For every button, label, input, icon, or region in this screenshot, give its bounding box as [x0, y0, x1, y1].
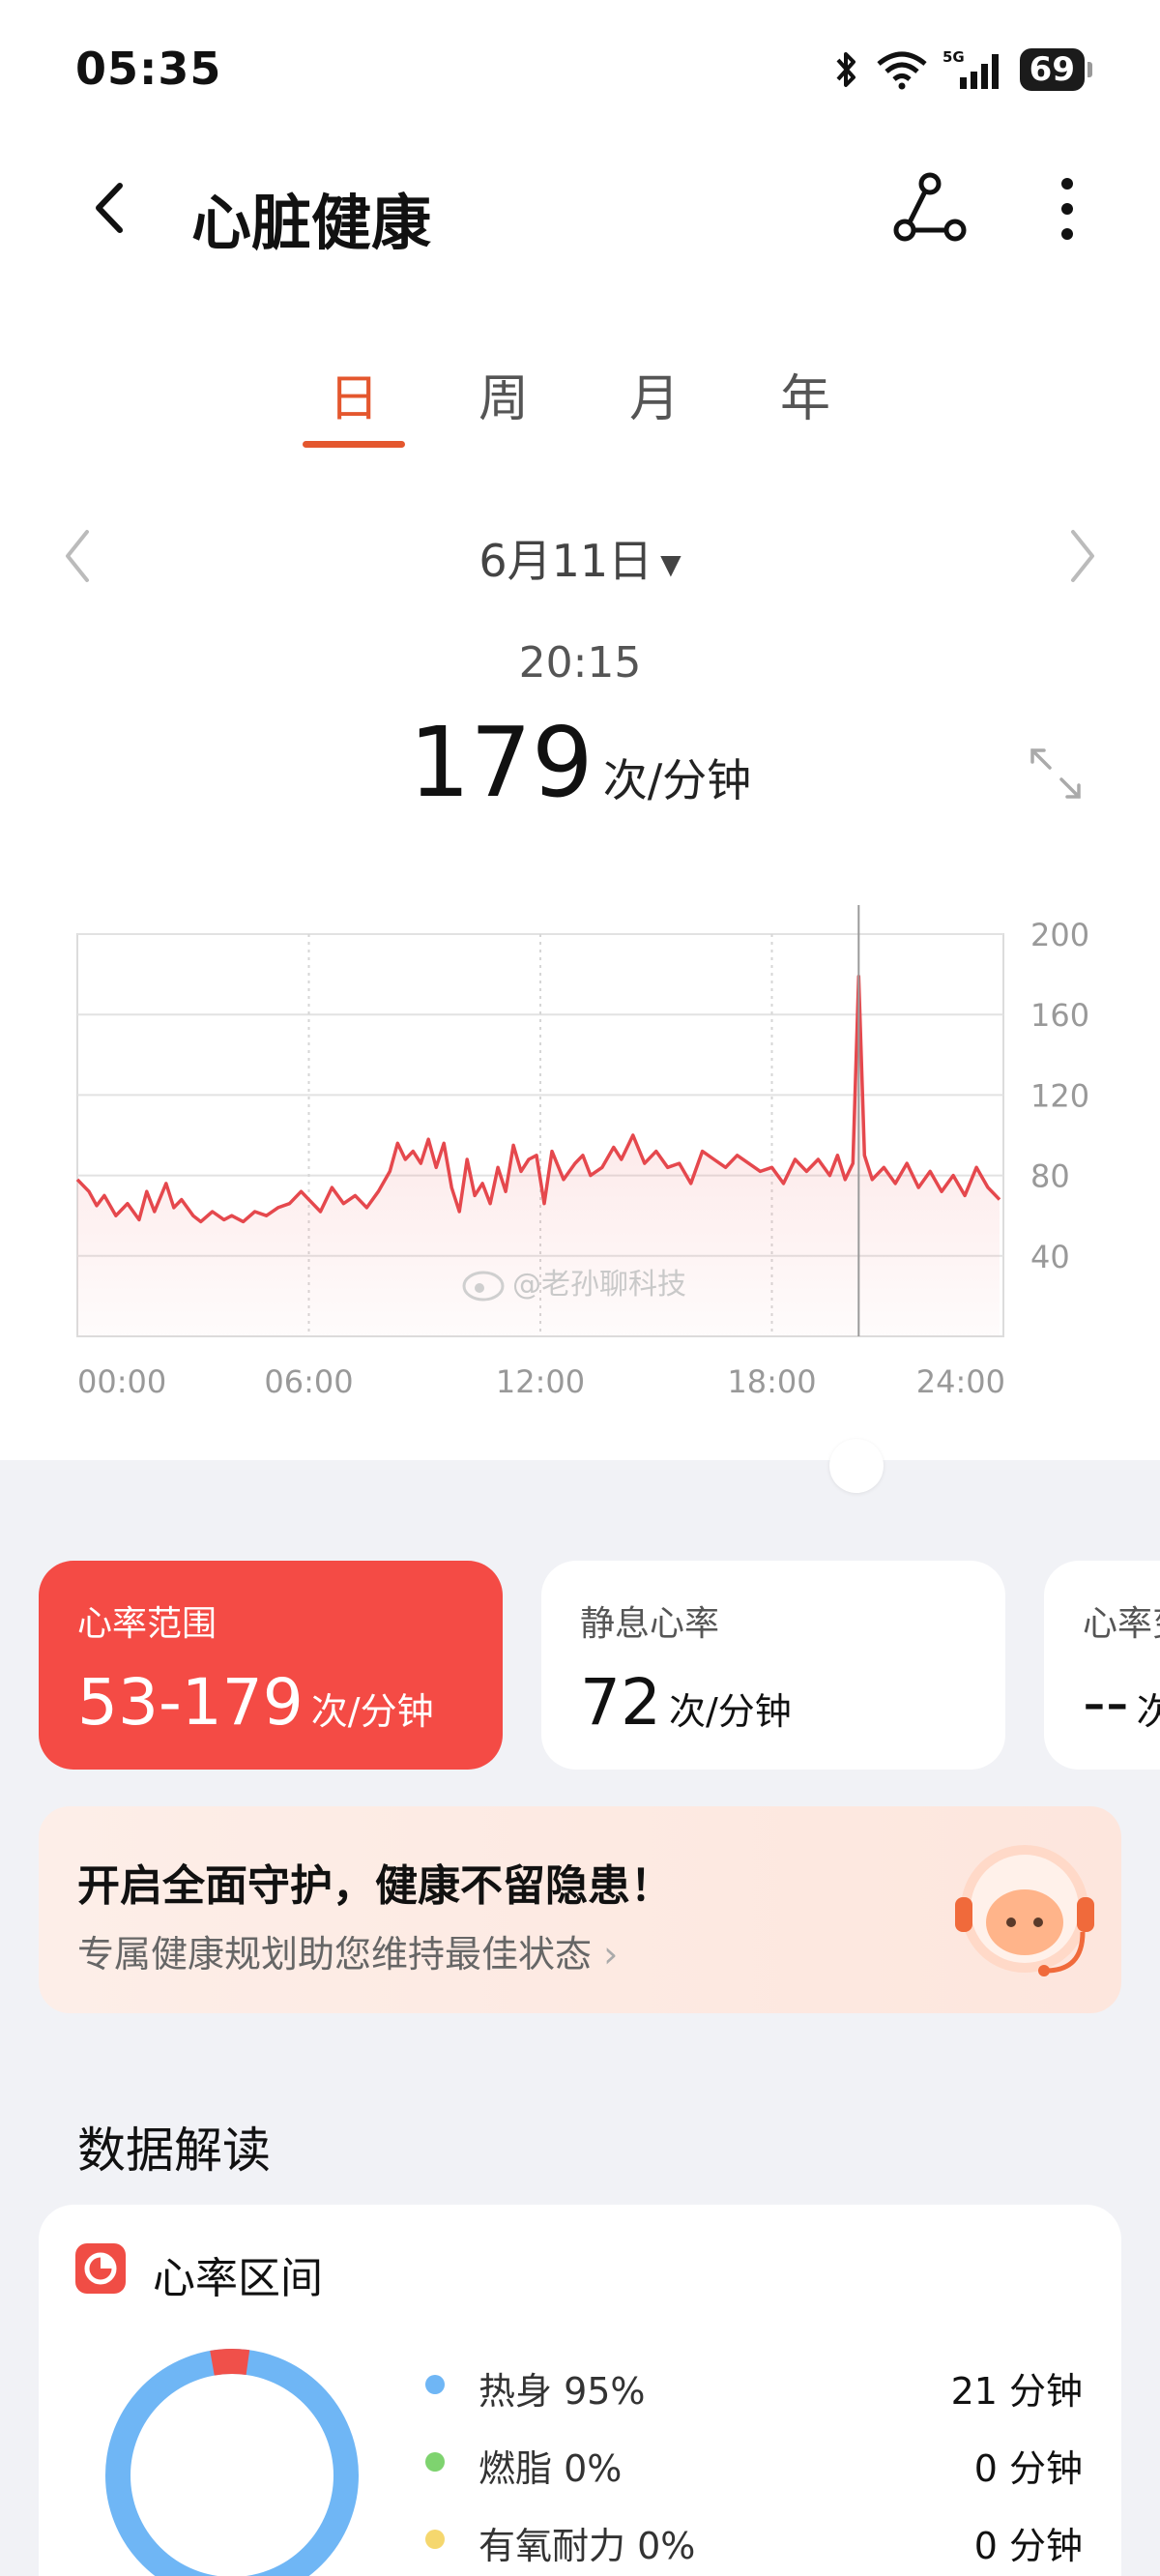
zone-item-aerobic: 有氧耐力 0% 0 分钟	[425, 2510, 1083, 2568]
zone-color-dot	[425, 2375, 445, 2394]
zone-label: 有氧耐力 0%	[478, 2525, 696, 2567]
zone-duration: 0 分钟	[973, 2525, 1083, 2567]
heart-rate-range-card[interactable]: 心率范围 53-179 次/分钟	[39, 1561, 503, 1770]
x-tick-label: 06:00	[264, 1363, 353, 1400]
mascot-illustration	[955, 1845, 1094, 1976]
svg-text:5G: 5G	[942, 48, 965, 66]
zone-color-dot	[425, 2530, 445, 2549]
y-tick-label: 80	[1030, 1158, 1070, 1195]
period-tabs: 日 周 月 年	[0, 348, 1160, 454]
readout-time: 20:15	[518, 638, 642, 688]
card-value: -- 次	[1083, 1665, 1160, 1740]
card-title: 心率范围	[77, 1604, 218, 1644]
card-title: 心率变	[1083, 1604, 1160, 1644]
pie-chart-icon	[75, 2243, 126, 2294]
card-title: 静息心率	[580, 1604, 720, 1644]
date-label: 6月11日	[478, 535, 653, 587]
zone-color-dot	[425, 2452, 445, 2472]
zone-duration: 0 分钟	[973, 2447, 1083, 2490]
tab-day[interactable]: 日	[301, 358, 407, 430]
promo-subtitle-text: 专属健康规划助您维持最佳状态	[77, 1933, 593, 1976]
zone-item-warmup: 热身 95% 21 分钟	[425, 2356, 1083, 2414]
heart-rate-value: 179	[408, 706, 594, 819]
chevron-right-icon: ›	[603, 1933, 619, 1976]
page-title: 心脏健康	[191, 188, 432, 258]
status-icons: 5G 69	[832, 43, 1093, 97]
heart-rate-zones-card[interactable]: 心率区间 热身 95% 21 分钟 燃脂 0% 0 分钟 有氧耐力 0% 0 分…	[39, 2205, 1121, 2576]
tab-week[interactable]: 周	[450, 358, 557, 430]
timeline-handle[interactable]	[829, 1439, 884, 1493]
wifi-icon	[877, 51, 927, 90]
heart-rate-unit: 次/分钟	[602, 754, 752, 806]
caret-down-icon: ▼	[660, 548, 682, 580]
promo-subtitle: 专属健康规划助您维持最佳状态 ›	[77, 1924, 618, 1977]
y-tick-label: 40	[1030, 1239, 1070, 1275]
back-button[interactable]	[77, 174, 145, 242]
zones-title: 心率区间	[153, 2254, 323, 2303]
donut-segment-warmup	[105, 2349, 359, 2576]
x-tick-label: 24:00	[916, 1363, 1005, 1400]
tab-year[interactable]: 年	[752, 358, 858, 430]
zone-label: 热身 95%	[478, 2370, 646, 2413]
range-value: 53-179	[77, 1665, 304, 1740]
watermark-text: @老孙聊科技	[512, 1268, 686, 1302]
zone-label: 燃脂 0%	[478, 2447, 623, 2490]
zone-item-fat-burn: 燃脂 0% 0 分钟	[425, 2433, 1083, 2491]
more-options-button[interactable]	[1046, 170, 1088, 248]
expand-chart-icon[interactable]	[1027, 745, 1085, 803]
share-button[interactable]	[891, 170, 969, 248]
x-tick-label: 00:00	[77, 1363, 166, 1400]
zones-donut-chart	[105, 2348, 359, 2576]
heart-rate-chart[interactable]: 4080120160200 00:00 06:00 12:00 18:00 24:00 …	[0, 880, 1160, 1421]
resting-value: 72	[580, 1665, 661, 1740]
protection-promo-banner[interactable]: 开启全面守护，健康不留隐患！ 专属健康规划助您维持最佳状态 ›	[39, 1806, 1121, 2013]
zone-duration: 21 分钟	[950, 2370, 1083, 2413]
readout-value: 179 次/分钟	[0, 706, 1160, 819]
app-bar: 心脏健康	[0, 145, 1160, 271]
y-tick-label: 200	[1030, 917, 1089, 953]
variability-unit: 次	[1136, 1690, 1160, 1733]
x-tick-label: 18:00	[727, 1363, 816, 1400]
bluetooth-icon	[836, 52, 856, 87]
x-tick-label: 12:00	[496, 1363, 585, 1400]
status-time: 05:35	[75, 43, 222, 95]
active-tab-indicator	[303, 441, 405, 448]
tab-month[interactable]: 月	[601, 358, 708, 430]
battery-indicator: 69	[1019, 48, 1093, 91]
resting-unit: 次/分钟	[668, 1690, 792, 1733]
heart-rate-variability-card[interactable]: 心率变 --次	[1044, 1561, 1160, 1770]
card-value: 72 次/分钟	[580, 1665, 967, 1740]
card-value: 53-179 次/分钟	[77, 1665, 464, 1740]
next-date-button[interactable]	[1058, 522, 1106, 590]
range-unit: 次/分钟	[310, 1690, 434, 1733]
y-tick-label: 120	[1030, 1077, 1089, 1114]
status-bar: 05:35 5G 69	[0, 0, 1160, 145]
date-dropdown[interactable]: 6月11日 ▼	[0, 526, 1160, 590]
signal-5g-icon: 5G	[942, 48, 999, 89]
resting-heart-rate-card[interactable]: 静息心率 72 次/分钟	[541, 1561, 1005, 1770]
variability-value: --	[1083, 1665, 1129, 1740]
promo-title: 开启全面守护，健康不留隐患！	[77, 1861, 673, 1911]
y-tick-label: 160	[1030, 997, 1089, 1034]
section-title: 数据解读	[77, 2122, 271, 2179]
date-selector: 6月11日 ▼	[0, 512, 1160, 600]
